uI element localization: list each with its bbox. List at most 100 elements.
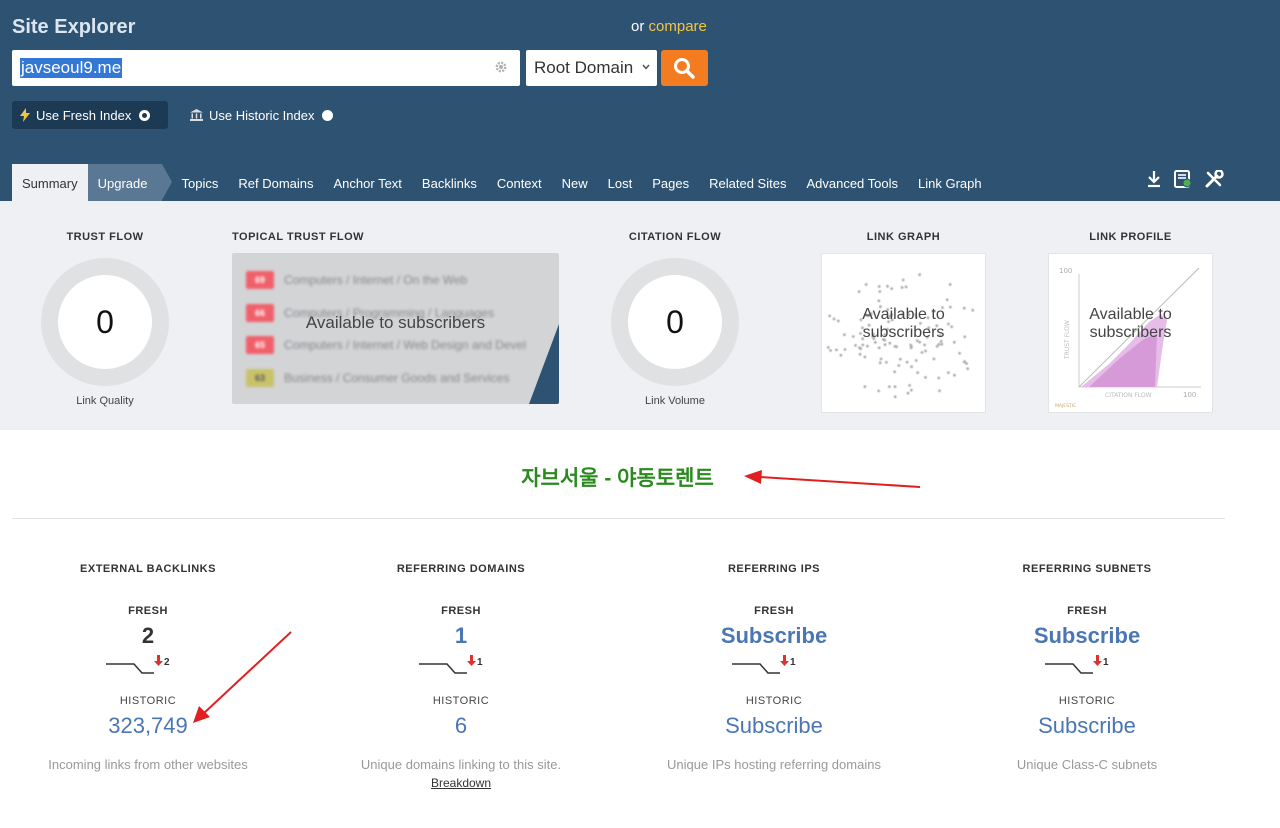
trend-delta: 1 bbox=[477, 657, 483, 668]
topical-trust-flow-heading: TOPICAL TRUST FLOW bbox=[232, 231, 365, 243]
historic-label: HISTORIC bbox=[432, 695, 490, 707]
tab-link-graph[interactable]: Link Graph bbox=[908, 164, 992, 201]
tab-context[interactable]: Context bbox=[487, 164, 552, 201]
sparkline-icon bbox=[106, 663, 154, 674]
graph-node bbox=[948, 283, 952, 286]
historic-label: HISTORIC bbox=[1058, 695, 1116, 707]
graph-node bbox=[910, 365, 913, 369]
tab-pages[interactable]: Pages bbox=[642, 164, 699, 201]
graph-node bbox=[858, 352, 862, 356]
stat-description: Unique domains linking to this site. bbox=[360, 757, 562, 772]
graph-node bbox=[879, 357, 883, 361]
graph-node bbox=[924, 376, 927, 379]
ttf-category: Computers / Internet / Web Design and De… bbox=[284, 338, 526, 352]
graph-node bbox=[947, 371, 950, 374]
compare-link[interactable]: compare bbox=[649, 18, 707, 35]
fresh-index-toggle[interactable]: Use Fresh Index bbox=[12, 101, 168, 129]
graph-node bbox=[888, 385, 891, 389]
citation-flow-heading: CITATION FLOW bbox=[628, 231, 722, 243]
lightning-icon bbox=[20, 108, 30, 122]
graph-node bbox=[901, 278, 905, 282]
tab-new[interactable]: New bbox=[552, 164, 598, 201]
graph-node bbox=[920, 351, 924, 354]
compare-prefix: or bbox=[631, 18, 645, 35]
historic-label: HISTORIC bbox=[745, 695, 803, 707]
historic-index-toggle[interactable]: Use Historic Index bbox=[182, 101, 352, 129]
tab-advanced-tools[interactable]: Advanced Tools bbox=[796, 164, 908, 201]
stat-heading: EXTERNAL BACKLINKS bbox=[80, 563, 216, 575]
tools-icon[interactable] bbox=[1204, 170, 1224, 188]
historic-subscribe-link[interactable]: Subscribe bbox=[937, 713, 1237, 739]
graph-node bbox=[908, 384, 911, 387]
arrow-down-icon bbox=[154, 655, 163, 666]
tab-bar: Summary Upgrade Topics Ref Domains Ancho… bbox=[12, 164, 992, 201]
scope-select[interactable]: Root Domain bbox=[526, 50, 657, 86]
graph-node bbox=[859, 347, 863, 351]
tab-backlinks[interactable]: Backlinks bbox=[412, 164, 487, 201]
graph-node bbox=[937, 376, 941, 380]
gear-icon[interactable] bbox=[494, 60, 508, 74]
trend-delta: 1 bbox=[790, 657, 796, 668]
chevron-down-icon bbox=[642, 64, 650, 70]
topical-trust-flow-box[interactable]: 69 Computers / Internet / On the Web 66 … bbox=[232, 253, 559, 404]
link-graph-preview[interactable]: Available to subscribers bbox=[821, 253, 986, 413]
fresh-value[interactable]: 2 bbox=[0, 623, 298, 651]
graph-node bbox=[843, 348, 847, 351]
link-profile-x-label: CITATION FLOW bbox=[1105, 392, 1152, 399]
tab-summary[interactable]: Summary bbox=[12, 164, 88, 201]
graph-node bbox=[854, 344, 857, 347]
ttf-subscribers-overlay: Available to subscribers bbox=[305, 313, 486, 332]
tab-upgrade[interactable]: Upgrade bbox=[87, 164, 172, 201]
majestic-logo: MAJESTIC bbox=[1055, 403, 1076, 409]
stat-description: Unique Class-C subnets bbox=[1016, 757, 1158, 772]
link-profile-overlay: Available to subscribers bbox=[1089, 306, 1172, 341]
graph-node bbox=[877, 389, 881, 393]
scope-select-value: Root Domain bbox=[534, 58, 634, 77]
tab-lost[interactable]: Lost bbox=[598, 164, 643, 201]
tab-anchor-text[interactable]: Anchor Text bbox=[324, 164, 412, 201]
historic-index-radio[interactable] bbox=[322, 109, 334, 121]
search-button[interactable] bbox=[661, 50, 708, 86]
tab-ref-domains[interactable]: Ref Domains bbox=[228, 164, 323, 201]
graph-node bbox=[945, 298, 949, 302]
report-icon[interactable] bbox=[1174, 170, 1192, 188]
trend-row: 1 bbox=[311, 655, 611, 683]
tab-topics[interactable]: Topics bbox=[162, 164, 229, 201]
historic-value[interactable]: 6 bbox=[311, 713, 611, 739]
fresh-label: FRESH bbox=[1067, 605, 1107, 617]
search-value[interactable]: javseoul9.me bbox=[20, 58, 123, 78]
tab-related-sites[interactable]: Related Sites bbox=[699, 164, 796, 201]
fresh-index-label: Use Fresh Index bbox=[36, 107, 132, 123]
link-profile-x-max: 100 bbox=[1183, 391, 1196, 399]
citation-flow-value: 0 bbox=[628, 275, 722, 369]
breakdown-link[interactable]: Breakdown bbox=[311, 776, 611, 790]
graph-node bbox=[826, 346, 830, 349]
fresh-subscribe-link[interactable]: Subscribe bbox=[624, 623, 924, 651]
stat-heading: REFERRING DOMAINS bbox=[396, 563, 526, 575]
graph-node bbox=[866, 344, 869, 348]
graph-node bbox=[953, 373, 956, 377]
sparkline-icon bbox=[732, 663, 780, 674]
historic-value[interactable]: 323,749 bbox=[0, 713, 298, 739]
graph-node bbox=[958, 351, 961, 355]
download-icon[interactable] bbox=[1146, 170, 1162, 188]
fresh-value[interactable]: 1 bbox=[311, 623, 611, 651]
stat-description: Incoming links from other websites bbox=[48, 757, 248, 772]
graph-node bbox=[899, 357, 902, 361]
graph-node bbox=[883, 343, 887, 346]
graph-node bbox=[890, 287, 894, 290]
fresh-subscribe-link[interactable]: Subscribe bbox=[937, 623, 1237, 651]
trend-delta: 2 bbox=[164, 657, 170, 668]
citation-flow-sub: Link Volume bbox=[645, 395, 705, 407]
graph-node bbox=[900, 286, 904, 289]
search-input[interactable]: javseoul9.me bbox=[12, 50, 520, 86]
link-profile-preview[interactable]: 100 TRUST FLOW CITATION FLOW 100 MAJESTI… bbox=[1048, 253, 1213, 413]
graph-node bbox=[916, 371, 920, 374]
graph-node bbox=[909, 343, 913, 347]
trust-flow-heading: TRUST FLOW bbox=[66, 231, 144, 243]
historic-subscribe-link[interactable]: Subscribe bbox=[624, 713, 924, 739]
compare-area: or compare bbox=[631, 18, 707, 35]
fresh-index-radio[interactable] bbox=[139, 109, 151, 121]
historic-index-label: Use Historic Index bbox=[209, 107, 315, 123]
historic-label: HISTORIC bbox=[119, 695, 177, 707]
